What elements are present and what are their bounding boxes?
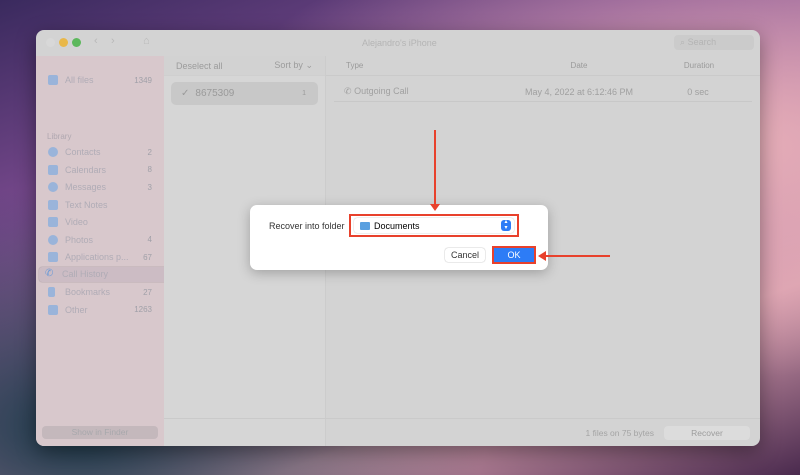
arrowhead-icon [538, 251, 546, 261]
contacts-icon [48, 147, 58, 157]
window-title: Alejandro's iPhone [362, 38, 437, 48]
recover-button[interactable]: Recover [664, 425, 750, 440]
phone-icon: ✆ [45, 268, 54, 279]
label: Bookmarks [65, 287, 111, 297]
folder-select[interactable]: Documents ▴ ▾ [354, 218, 514, 233]
search-placeholder: Search [687, 37, 717, 47]
sidebar-item-applications[interactable]: Applications p... 67 [42, 249, 158, 265]
count: 4 [147, 235, 152, 244]
updown-chevron-icon: ▴ ▾ [501, 219, 511, 231]
count: 1 [302, 90, 306, 97]
label: Call History [62, 269, 109, 279]
title-bar: ‹ › ⌂ Alejandro's iPhone ⌕ Search [36, 30, 760, 56]
duration: 0 sec [687, 86, 709, 97]
forward-icon[interactable]: › [111, 35, 115, 47]
arrowhead-icon [430, 204, 440, 211]
message-icon [48, 182, 58, 192]
search-icon: ⌕ [680, 37, 686, 47]
sidebar-item-video[interactable]: Video [42, 214, 158, 230]
count: 1349 [134, 75, 152, 85]
annotation-arrow-left [545, 255, 610, 257]
count: 1263 [134, 305, 152, 314]
label: Video [65, 217, 88, 227]
label: All files [65, 75, 94, 85]
video-icon [48, 217, 58, 227]
library-heading: Library [47, 132, 72, 141]
footer: 1 files on 75 bytes Recover [164, 418, 760, 446]
sidebar-item-all-files[interactable]: All files 1349 [42, 72, 158, 88]
label: Other [65, 304, 88, 315]
label: 8675309 [195, 88, 235, 99]
label: Calendars [65, 164, 107, 175]
chevron-down-icon: ⌄ [305, 60, 313, 70]
show-in-finder-button[interactable]: Show in Finder [42, 426, 158, 439]
count: 2 [147, 147, 152, 157]
home-icon[interactable]: ⌂ [143, 35, 150, 47]
folder-icon [360, 221, 370, 230]
zoom-button[interactable] [72, 38, 81, 47]
sidebar: All files 1349 Library Contacts 2 Calendar… [36, 56, 199, 446]
label: Text Notes [65, 199, 108, 210]
back-icon[interactable]: ‹ [94, 35, 98, 47]
photos-icon [48, 234, 58, 245]
recover-dialog: Recover into folder Documents ▴ ▾ Cancel O… [250, 205, 548, 270]
highlight-box: OK [492, 246, 536, 264]
label: Contacts [65, 147, 101, 157]
date: May 4, 2022 at 6:12:46 PM [524, 86, 634, 97]
highlight-box: Documents ▴ ▾ [349, 214, 519, 237]
column-header-duration[interactable]: Duration [644, 61, 754, 70]
bookmark-icon [48, 287, 55, 297]
count: 3 [147, 182, 152, 192]
column-header-type[interactable]: Type [326, 61, 514, 70]
cancel-button[interactable]: Cancel [445, 248, 485, 262]
close-button[interactable] [46, 38, 55, 47]
list-item[interactable]: ✓ 8675309 1 [171, 82, 318, 105]
sidebar-item-calendars[interactable]: Calendars 8 [42, 162, 158, 178]
sort-by-button[interactable]: Sort by ⌄ [274, 60, 313, 71]
ok-button[interactable]: OK [494, 248, 534, 262]
files-icon [48, 75, 58, 85]
label: Messages [65, 182, 107, 192]
table-row[interactable]: ✆ Outgoing Call May 4, 2022 at 6:12:46 PM… [334, 82, 752, 102]
sidebar-item-text-notes[interactable]: Text Notes [42, 197, 158, 213]
count: 27 [143, 287, 152, 297]
notes-icon [48, 199, 58, 210]
sidebar-item-other[interactable]: Other 1263 [42, 302, 158, 318]
other-icon [48, 304, 58, 315]
sort-label: Sort by [274, 60, 303, 70]
deselect-all-button[interactable]: Deselect all [176, 61, 223, 71]
sidebar-item-photos[interactable]: Photos 4 [42, 232, 158, 248]
folder-value: Documents [374, 220, 420, 231]
outgoing-call-icon: ✆ [344, 86, 352, 96]
type: Outgoing Call [354, 86, 409, 96]
applications-icon [48, 252, 58, 262]
label: Photos [65, 234, 94, 245]
sidebar-item-bookmarks[interactable]: Bookmarks 27 [42, 284, 158, 300]
count: 8 [147, 165, 152, 174]
checkmark-icon[interactable]: ✓ [181, 88, 189, 99]
column-header-date[interactable]: Date [514, 61, 644, 70]
search-input[interactable]: ⌕ Search [674, 35, 754, 50]
label: Applications p... [65, 252, 129, 262]
status-text: 1 files on 75 bytes [585, 427, 654, 438]
annotation-arrow-down [434, 130, 436, 208]
minimize-button[interactable] [59, 38, 68, 47]
calendar-icon [48, 164, 58, 175]
sidebar-item-contacts[interactable]: Contacts 2 [42, 144, 158, 160]
folder-label: Recover into folder [269, 221, 345, 231]
sidebar-item-messages[interactable]: Messages 3 [42, 179, 158, 195]
count: 67 [143, 252, 152, 262]
